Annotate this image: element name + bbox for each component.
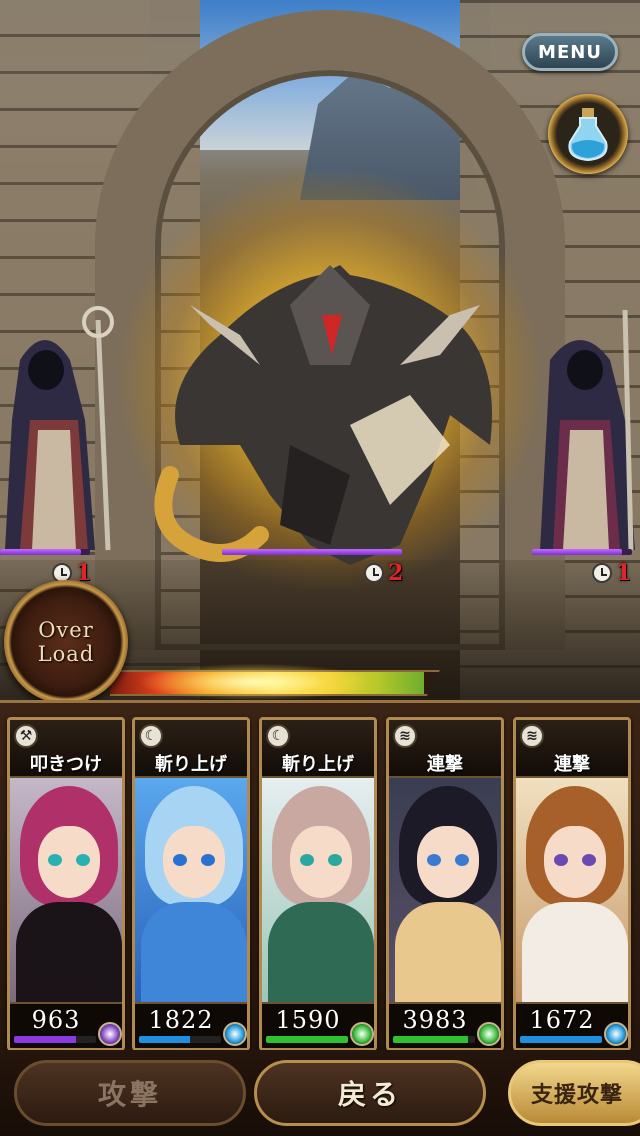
card-stats: 1590 xyxy=(262,1002,374,1048)
enemy-hp-fill-left xyxy=(0,549,81,555)
skill-header: ⚒ 叩きつけ xyxy=(10,720,122,778)
hp-bar xyxy=(14,1036,96,1043)
skill-name: 連撃 xyxy=(554,754,590,775)
card-stats: 1672 xyxy=(516,1002,628,1048)
multi-slash-icon: ≋ xyxy=(520,724,544,748)
party-card-5[interactable]: ≋ 連撃 1672 xyxy=(513,717,631,1051)
attack-value: 963 xyxy=(31,1006,81,1034)
party-card-3[interactable]: ☾ 斬り上げ 1590 xyxy=(259,717,377,1051)
support-attack-button[interactable]: 支援攻撃 xyxy=(508,1060,640,1126)
attack-value: 1590 xyxy=(275,1006,341,1034)
attack-value: 3983 xyxy=(402,1006,468,1034)
skill-name: 斬り上げ xyxy=(282,754,354,775)
overload-label-line1: Over xyxy=(38,618,94,642)
character-portrait xyxy=(10,778,122,1002)
card-stats: 3983 xyxy=(389,1002,501,1048)
attack-value: 1672 xyxy=(529,1006,595,1034)
hp-bar xyxy=(266,1036,348,1043)
enemy-hp-bar-right xyxy=(532,549,632,555)
party-card-4[interactable]: ≋ 連撃 3983 xyxy=(386,717,504,1051)
potion-item-button[interactable] xyxy=(548,94,628,174)
turn-count: 1 xyxy=(616,560,632,586)
overload-label-line2: Load xyxy=(37,642,95,666)
hp-bar-fill xyxy=(139,1036,190,1043)
hp-bar-fill xyxy=(14,1036,76,1043)
attack-value: 1822 xyxy=(148,1006,214,1034)
skill-header: ☾ 斬り上げ xyxy=(135,720,247,778)
character-portrait xyxy=(389,778,501,1002)
hp-bar-fill xyxy=(266,1036,348,1043)
enemy-hp-bar-dragon xyxy=(222,549,402,555)
skill-header: ≋ 連撃 xyxy=(389,720,501,778)
clock-icon xyxy=(592,563,612,583)
menu-button[interactable]: MENU xyxy=(522,33,618,71)
card-stats: 963 xyxy=(10,1002,122,1048)
enemy-turn-timer-right: 1 xyxy=(592,560,631,586)
water-element-icon xyxy=(223,1022,247,1046)
clock-icon xyxy=(364,563,384,583)
enemy-turn-timer-dragon: 2 xyxy=(364,560,403,586)
hammer-icon: ⚒ xyxy=(14,724,38,748)
hp-bar-fill xyxy=(520,1036,602,1043)
skill-name: 叩きつけ xyxy=(30,754,102,775)
potion-icon xyxy=(568,108,608,162)
enemy-hp-fill-dragon xyxy=(222,549,402,555)
party-panel: ⚒ 叩きつけ 963 ☾ 斬り上げ 1822 ☾ 斬り上げ 1590 ≋ 連撃 … xyxy=(0,700,640,1051)
enemy-hp-bar-left xyxy=(0,549,90,555)
party-card-2[interactable]: ☾ 斬り上げ 1822 xyxy=(132,717,250,1051)
hp-bar-fill xyxy=(393,1036,469,1043)
back-button[interactable]: 戻る xyxy=(254,1060,486,1126)
dark-element-icon xyxy=(98,1022,122,1046)
skill-header: ☾ 斬り上げ xyxy=(262,720,374,778)
skill-header: ≋ 連撃 xyxy=(516,720,628,778)
hp-bar xyxy=(393,1036,475,1043)
character-portrait xyxy=(516,778,628,1002)
gauge-spark-effect xyxy=(140,664,370,700)
wind-element-icon xyxy=(477,1022,501,1046)
skill-name: 連撃 xyxy=(427,754,463,775)
party-card-1[interactable]: ⚒ 叩きつけ 963 xyxy=(7,717,125,1051)
enemy-hp-fill-right xyxy=(532,549,622,555)
wind-element-icon xyxy=(350,1022,374,1046)
crescent-slash-icon: ☾ xyxy=(266,724,290,748)
attack-button[interactable]: 攻撃 xyxy=(14,1060,246,1126)
hp-bar xyxy=(139,1036,221,1043)
water-element-icon xyxy=(604,1022,628,1046)
character-portrait xyxy=(262,778,374,1002)
enemy-dark-dragon-boss[interactable] xyxy=(150,245,510,575)
enemy-hooded-mage-left[interactable] xyxy=(0,300,120,560)
turn-count: 2 xyxy=(388,560,404,586)
enemy-hooded-mage-right[interactable] xyxy=(525,300,640,560)
skill-name: 斬り上げ xyxy=(155,754,227,775)
character-portrait xyxy=(135,778,247,1002)
command-bar: 攻撃 戻る 支援攻撃 xyxy=(0,1050,640,1136)
hp-bar xyxy=(520,1036,602,1043)
overload-button[interactable]: Over Load xyxy=(4,580,128,704)
card-stats: 1822 xyxy=(135,1002,247,1048)
crescent-slash-icon: ☾ xyxy=(139,724,163,748)
multi-slash-icon: ≋ xyxy=(393,724,417,748)
